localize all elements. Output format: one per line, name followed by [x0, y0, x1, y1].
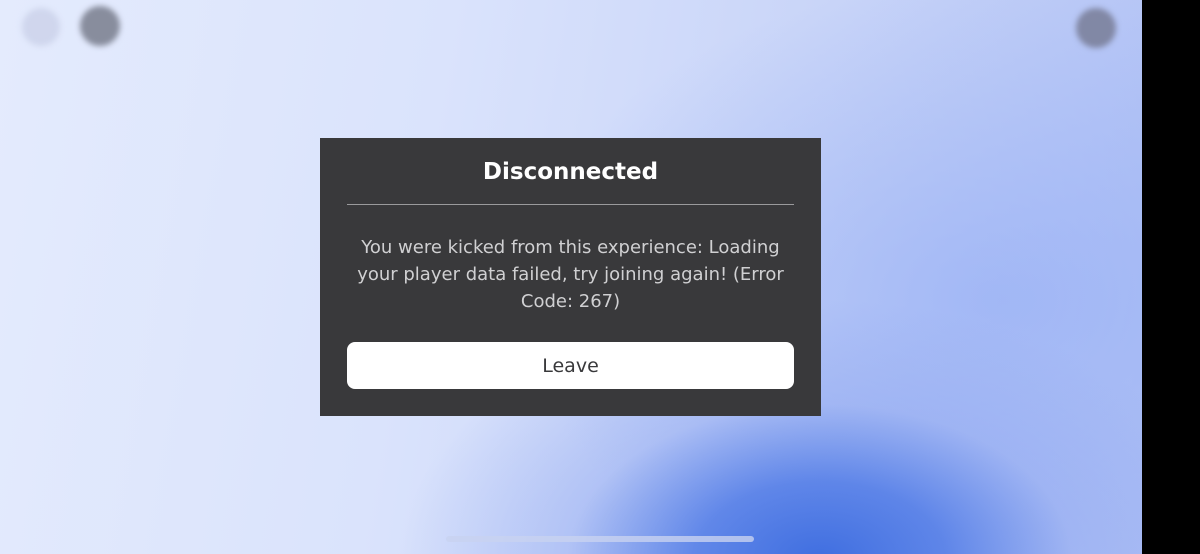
- more-options-icon[interactable]: [1076, 8, 1116, 48]
- game-screen: Disconnected You were kicked from this e…: [0, 0, 1200, 554]
- title-divider: [347, 204, 794, 205]
- leave-button[interactable]: Leave: [347, 342, 794, 389]
- dialog-title: Disconnected: [482, 159, 659, 185]
- roblox-menu-icon[interactable]: [22, 8, 60, 46]
- disconnected-dialog: Disconnected You were kicked from this e…: [320, 138, 821, 416]
- screen-edge-bar: [1142, 0, 1200, 554]
- chat-icon[interactable]: [80, 6, 120, 46]
- home-indicator[interactable]: [446, 536, 754, 542]
- dialog-message: You were kicked from this experience: Lo…: [357, 237, 784, 312]
